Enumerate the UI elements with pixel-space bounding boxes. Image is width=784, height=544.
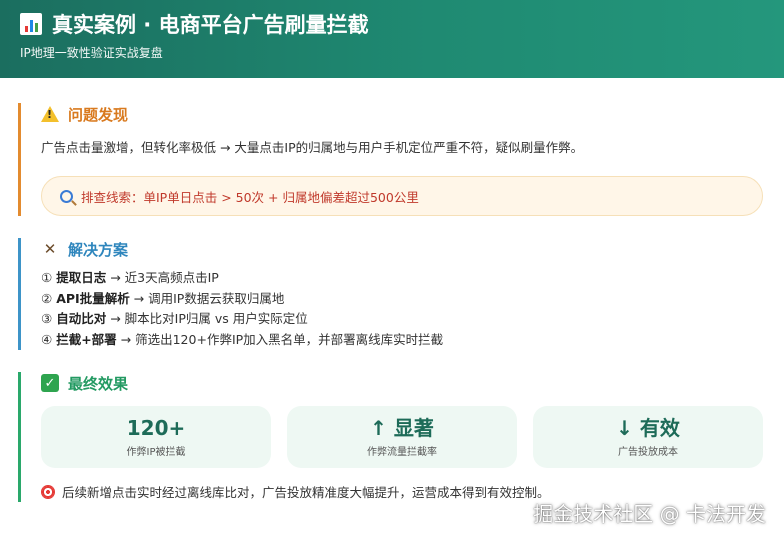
step-title: 拦截+部署	[56, 331, 117, 347]
metric-value: 120+	[126, 416, 186, 440]
page-subtitle: IP地理一致性验证实战复盘	[20, 46, 163, 60]
metric-label: 作弊流量拦截率	[367, 447, 437, 458]
step-number: ③	[41, 311, 53, 326]
metric-card-cost: ↓ 有效 广告投放成本	[533, 406, 763, 468]
step-text: → 筛选出120+作弊IP加入黑名单，并部署离线库实时拦截	[116, 331, 444, 347]
solution-section: ✕ 解决方案 ① 提取日志 → 近3天高频点击IP ② API批量解析 → 调用…	[18, 238, 770, 350]
watermark: 掘金技术社区 @ 卡法开发	[533, 502, 766, 526]
metric-card-rate: ↑ 显著 作弊流量拦截率	[287, 406, 517, 468]
header-banner: 真实案例 · 电商平台广告刷量拦截 IP地理一致性验证实战复盘	[0, 0, 784, 78]
step-number: ②	[41, 290, 53, 306]
clue-callout: 排查线索：单IP单日点击 > 50次 + 归属地偏差超过500公里	[41, 176, 763, 216]
solution-steps: ① 提取日志 → 近3天高频点击IP ② API批量解析 → 调用IP数据云获取…	[41, 268, 770, 350]
step-text: → 近3天高频点击IP	[106, 270, 219, 285]
problem-heading: 问题发现	[68, 105, 129, 124]
solution-step: ④ 拦截+部署 → 筛选出120+作弊IP加入黑名单，并部署离线库实时拦截	[41, 330, 770, 351]
solution-step: ③ 自动比对 → 脚本比对IP归属 vs 用户实际定位	[41, 309, 770, 330]
metric-value: ↓ 有效	[616, 416, 680, 440]
solution-heading-row: ✕ 解决方案	[41, 238, 770, 260]
step-text: → 脚本比对IP归属 vs 用户实际定位	[106, 311, 308, 326]
solution-step: ① 提取日志 → 近3天高频点击IP	[41, 268, 770, 289]
effect-heading: 最终效果	[68, 374, 129, 393]
effect-section: ✓ 最终效果 120+ 作弊IP被拦截 ↑ 显著 作弊流量拦截率 ↓ 有效 广告…	[18, 372, 770, 502]
step-text: → 调用IP数据云获取归属地	[129, 290, 285, 306]
metric-value: ↑ 显著	[370, 416, 434, 440]
step-title: 自动比对	[56, 311, 107, 326]
warning-icon	[41, 106, 59, 122]
step-title: API批量解析	[56, 290, 130, 306]
solution-heading: 解决方案	[68, 240, 129, 259]
step-number: ①	[41, 270, 53, 285]
page-title-row: 真实案例 · 电商平台广告刷量拦截	[20, 9, 369, 39]
step-number: ④	[41, 331, 53, 347]
problem-description: 广告点击量激增，但转化率极低 → 大量点击IP的归属地与用户手机定位严重不符，疑…	[41, 140, 584, 155]
magnifier-icon	[60, 189, 73, 203]
problem-section: 问题发现 广告点击量激增，但转化率极低 → 大量点击IP的归属地与用户手机定位严…	[18, 103, 770, 216]
effect-note-text: 后续新增点击实时经过离线库比对，广告投放精准度大幅提升，运营成本得到有效控制。	[62, 485, 550, 500]
bar-chart-icon	[20, 13, 42, 35]
problem-heading-row: 问题发现	[41, 103, 770, 125]
effect-heading-row: ✓ 最终效果	[41, 372, 770, 394]
tools-icon: ✕	[43, 240, 57, 258]
metric-label: 广告投放成本	[618, 447, 678, 458]
check-icon: ✓	[41, 374, 59, 392]
metric-cards: 120+ 作弊IP被拦截 ↑ 显著 作弊流量拦截率 ↓ 有效 广告投放成本	[41, 406, 770, 468]
step-title: 提取日志	[56, 270, 107, 285]
target-icon	[41, 484, 55, 499]
clue-text: 排查线索：单IP单日点击 > 50次 + 归属地偏差超过500公里	[81, 189, 419, 205]
solution-step: ② API批量解析 → 调用IP数据云获取归属地	[41, 289, 770, 310]
metric-label: 作弊IP被拦截	[126, 447, 186, 458]
page-title: 真实案例 · 电商平台广告刷量拦截	[52, 13, 369, 37]
metric-card-blocked: 120+ 作弊IP被拦截	[41, 406, 271, 468]
